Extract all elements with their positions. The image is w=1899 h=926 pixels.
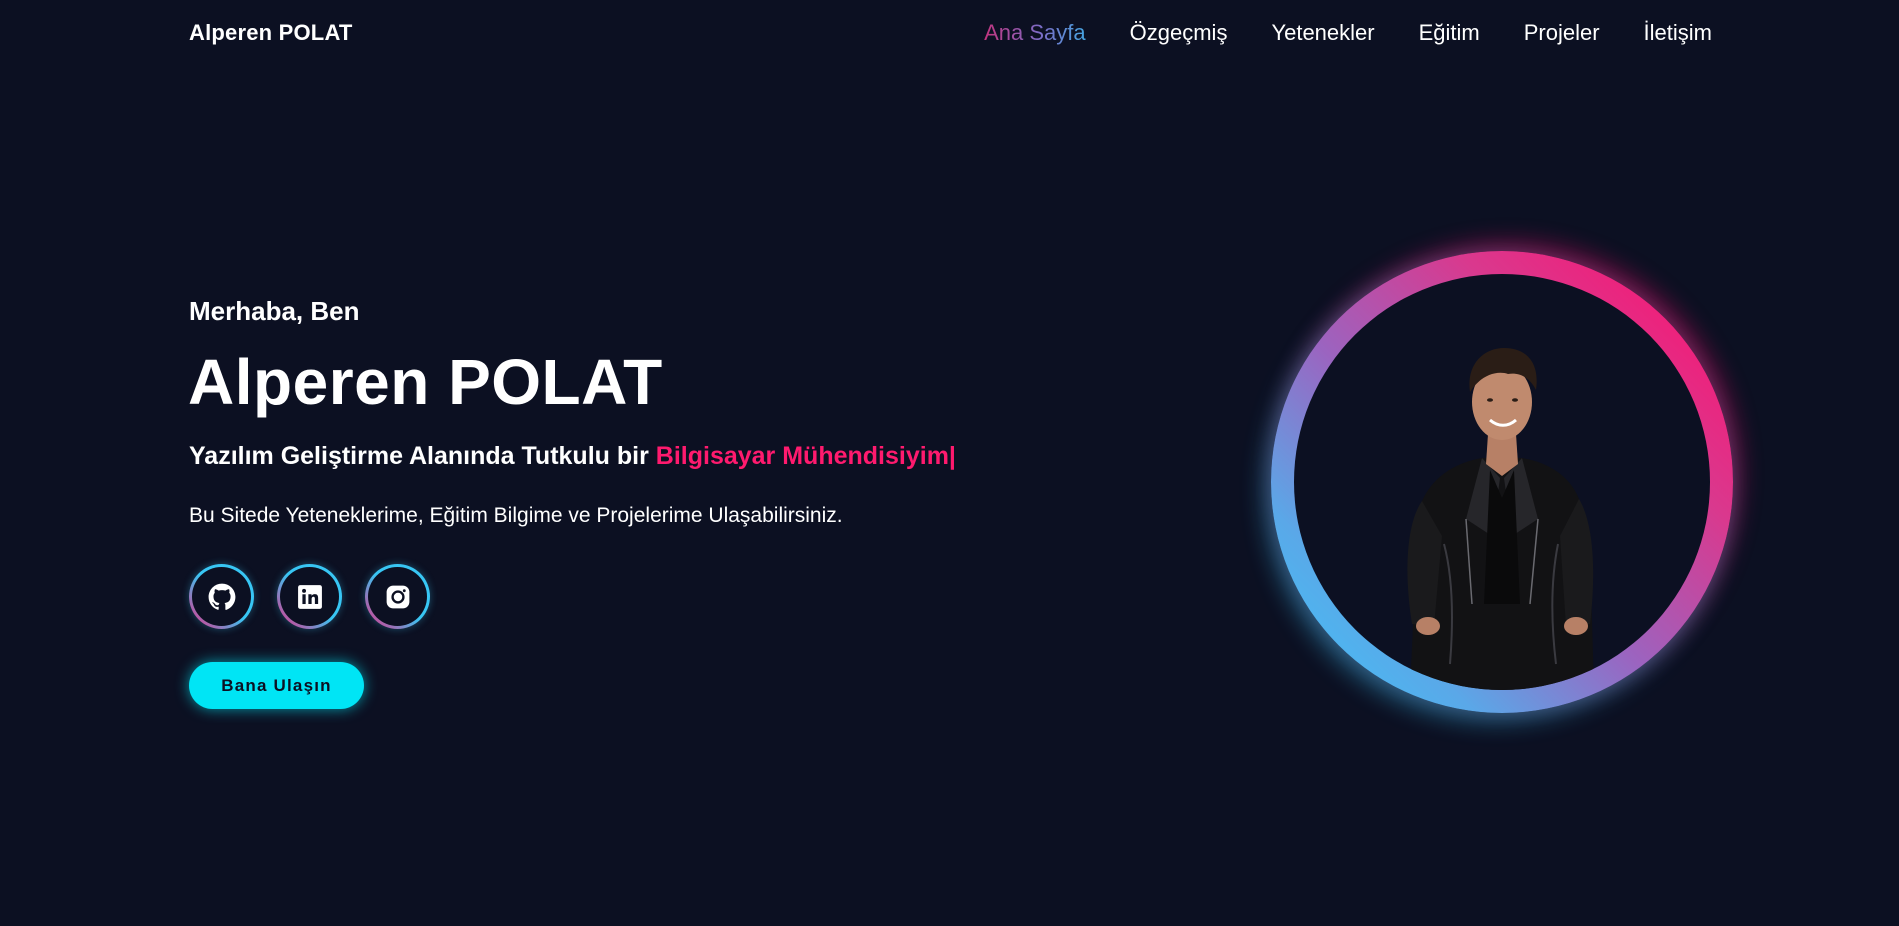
page: Alperen POLAT Ana Sayfa Özgeçmiş Yetenek… <box>0 0 1899 926</box>
linkedin-icon <box>297 584 322 609</box>
profile-ring <box>1271 251 1733 713</box>
hero-greeting: Merhaba, Ben <box>189 296 360 326</box>
hero-name: Alperen POLAT <box>188 346 663 418</box>
nav-link-projeler[interactable]: Projeler <box>1524 20 1600 46</box>
tagline-highlight: Bilgisayar Mühendisiyim| <box>655 442 956 470</box>
profile-photo <box>1407 348 1594 690</box>
github-icon <box>208 583 235 610</box>
hero-description: Bu Sitede Yeteneklerime, Eğitim Bilgime … <box>189 504 843 527</box>
nav-link-egitim[interactable]: Eğitim <box>1419 20 1480 46</box>
profile-frame <box>1294 274 1710 690</box>
nav-link-ozgecmis[interactable]: Özgeçmiş <box>1130 20 1228 46</box>
site-logo[interactable]: Alperen POLAT <box>189 20 353 46</box>
social-links <box>189 564 430 629</box>
instagram-icon <box>386 585 409 608</box>
linkedin-button[interactable] <box>277 564 342 629</box>
nav-link-yetenekler[interactable]: Yetenekler <box>1271 20 1374 46</box>
hero-tagline: Yazılım Geliştirme Alanında Tutkulu bir … <box>189 442 956 471</box>
navbar: Alperen POLAT Ana Sayfa Özgeçmiş Yetenek… <box>0 0 1899 70</box>
contact-button[interactable]: Bana Ulaşın <box>189 662 364 709</box>
instagram-button[interactable] <box>365 564 430 629</box>
nav-link-iletisim[interactable]: İletişim <box>1644 20 1712 46</box>
nav-link-ana-sayfa[interactable]: Ana Sayfa <box>984 20 1086 46</box>
tagline-prefix: Yazılım Geliştirme Alanında Tutkulu bir <box>189 442 649 470</box>
github-button[interactable] <box>189 564 254 629</box>
nav-menu: Ana Sayfa Özgeçmiş Yetenekler Eğitim Pro… <box>984 20 1712 46</box>
